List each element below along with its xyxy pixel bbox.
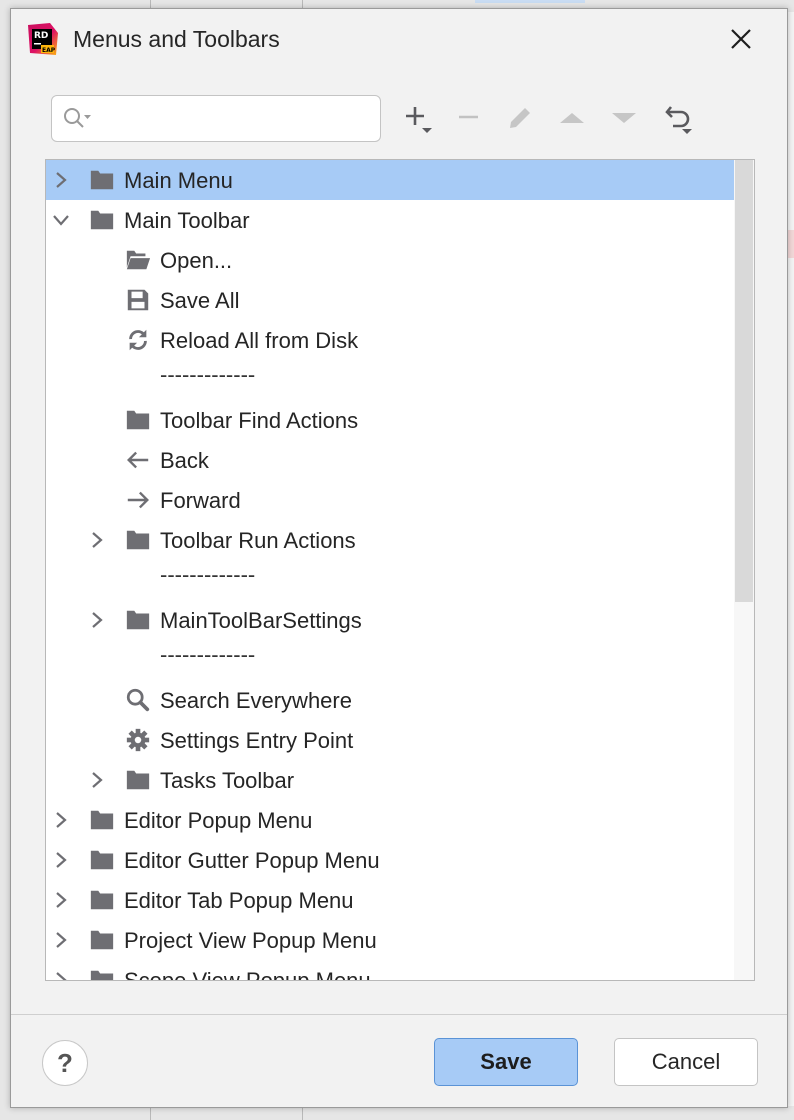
tree-row-label: Settings Entry Point	[160, 728, 354, 753]
chevron-right-icon[interactable]	[51, 970, 71, 981]
chevron-right-icon[interactable]	[51, 890, 71, 910]
chevron-right-icon[interactable]	[87, 530, 107, 550]
ide-tab-highlight	[475, 0, 585, 3]
tree-row[interactable]: Editor Gutter Popup Menu	[46, 840, 734, 880]
folder-icon	[126, 770, 150, 790]
folder-icon	[90, 930, 114, 950]
tree-row[interactable]: Save All	[46, 280, 734, 320]
tree-separator[interactable]: -------------	[46, 360, 734, 400]
separator-label: -------------	[160, 642, 256, 667]
close-icon[interactable]	[727, 25, 755, 53]
open-folder-icon	[126, 250, 151, 270]
tree-row[interactable]: Scope View Popup Menu	[46, 960, 734, 981]
folder-icon	[126, 610, 150, 630]
save-button[interactable]: Save	[434, 1038, 578, 1086]
folder-icon	[90, 170, 114, 190]
tree-row-label: MainToolBarSettings	[160, 608, 362, 633]
tree-row[interactable]: Back	[46, 440, 734, 480]
app-icon-label: RD	[34, 31, 48, 41]
tree-row[interactable]: Search Everywhere	[46, 680, 734, 720]
tree-row-label: Main Menu	[124, 168, 233, 193]
scrollbar[interactable]	[734, 160, 754, 980]
chevron-right-icon[interactable]	[51, 850, 71, 870]
tree-row-label: Toolbar Run Actions	[160, 528, 356, 553]
tree-row[interactable]: MainToolBarSettings	[46, 600, 734, 640]
back-arrow-icon	[127, 451, 149, 469]
remove-icon	[459, 115, 478, 119]
folder-icon	[90, 890, 114, 910]
search-icon	[64, 108, 91, 128]
tree-row[interactable]: Project View Popup Menu	[46, 920, 734, 960]
help-button[interactable]: ?	[42, 1040, 88, 1086]
restore-icon[interactable]	[663, 101, 697, 135]
chevron-right-icon[interactable]	[51, 810, 71, 830]
chevron-down-icon[interactable]	[51, 210, 71, 230]
tree-row-label: Editor Tab Popup Menu	[124, 888, 354, 913]
chevron-right-icon[interactable]	[87, 770, 107, 790]
chevron-right-icon[interactable]	[51, 930, 71, 950]
tree-row[interactable]: Reload All from Disk	[46, 320, 734, 360]
tree-row-label: Scope View Popup Menu	[124, 968, 371, 981]
tree-row-label: Toolbar Find Actions	[160, 408, 359, 433]
tree-row[interactable]: Editor Popup Menu	[46, 800, 734, 840]
tree-row[interactable]: Editor Tab Popup Menu	[46, 880, 734, 920]
ide-divider	[302, 1106, 303, 1120]
tree-row-label: Reload All from Disk	[160, 328, 359, 353]
tree-row[interactable]: Toolbar Find Actions	[46, 400, 734, 440]
move-down-icon	[612, 113, 636, 123]
ide-editor-edge	[787, 12, 794, 1106]
tree-row-label: Save All	[160, 288, 240, 313]
folder-icon	[126, 530, 150, 550]
tree-row-label: Main Toolbar	[124, 208, 250, 233]
chevron-right-icon[interactable]	[51, 170, 71, 190]
tree-row[interactable]: Tasks Toolbar	[46, 760, 734, 800]
tree-row-label: Project View Popup Menu	[124, 928, 377, 953]
search-icon	[126, 688, 150, 712]
menus-and-toolbars-dialog: RD EAP Menus and Toolbars Scope View Pop…	[10, 8, 788, 1108]
search-field[interactable]	[51, 95, 381, 142]
rider-app-icon: RD EAP	[28, 23, 58, 55]
tree-row[interactable]: Settings Entry Point	[46, 720, 734, 760]
tree-separator[interactable]: -------------	[46, 560, 734, 600]
scrollbar-thumb[interactable]	[735, 160, 753, 602]
tree-row-label: Tasks Toolbar	[160, 768, 295, 793]
title-bar: RD EAP Menus and Toolbars	[11, 9, 787, 69]
tree-row-label: Editor Popup Menu	[124, 808, 313, 833]
add-icon[interactable]	[401, 101, 435, 135]
tree-separator[interactable]: -------------	[46, 640, 734, 680]
gear-icon	[126, 728, 150, 752]
app-icon-sublabel: EAP	[42, 47, 56, 54]
tree-row[interactable]: Toolbar Run Actions	[46, 520, 734, 560]
move-up-icon	[560, 113, 584, 123]
tree-row[interactable]: Main Toolbar	[46, 200, 734, 240]
ide-divider	[150, 1106, 151, 1120]
tree-row-label: Search Everywhere	[160, 688, 352, 713]
footer-divider	[11, 1014, 787, 1015]
edit-icon	[510, 108, 530, 128]
search-input[interactable]	[98, 104, 372, 134]
tree-row-label: Open...	[160, 248, 233, 273]
tree-row[interactable]: Main Menu	[46, 160, 734, 200]
reload-icon	[129, 329, 147, 351]
folder-icon	[90, 810, 114, 830]
tree-row-label: Forward	[160, 488, 241, 513]
chevron-right-icon[interactable]	[87, 610, 107, 630]
actions-tree[interactable]: Scope View Popup Menu Project View Popup …	[45, 159, 755, 981]
dialog-title: Menus and Toolbars	[73, 26, 280, 52]
tree-row[interactable]: Open...	[46, 240, 734, 280]
tree-row[interactable]: Forward	[46, 480, 734, 520]
folder-icon	[90, 850, 114, 870]
forward-arrow-icon	[127, 491, 149, 509]
cancel-button[interactable]: Cancel	[614, 1038, 758, 1086]
folder-icon	[90, 210, 114, 230]
separator-label: -------------	[160, 562, 256, 587]
folder-icon	[126, 410, 150, 430]
tree-row-label: Editor Gutter Popup Menu	[124, 848, 380, 873]
separator-label: -------------	[160, 362, 256, 387]
save-icon	[127, 289, 149, 311]
tree-row-label: Back	[160, 448, 209, 473]
folder-icon	[90, 970, 114, 980]
ide-editor-mark	[787, 230, 794, 258]
